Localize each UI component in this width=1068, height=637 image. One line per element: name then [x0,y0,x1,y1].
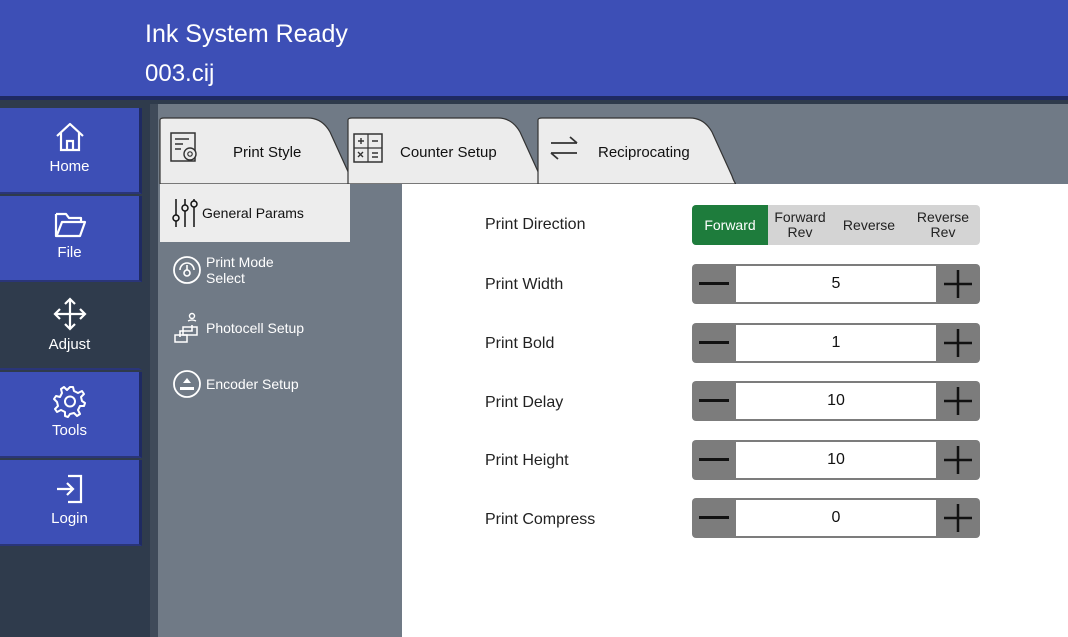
encoder-icon [173,370,201,398]
print-bold-decrement-button[interactable] [692,323,736,363]
print-width-label: Print Width [485,276,564,293]
direction-forward-text: Forward [704,216,756,233]
content-divider [150,104,158,637]
content-area: Print Style Counter Setup Reciprocating [150,104,1068,637]
print-bold-increment-button[interactable] [936,323,980,363]
nav-home[interactable]: Home [0,108,142,194]
direction-forward-rev-line1: Forward [774,209,826,225]
main-nav: Home File Adjust Tools Login [0,104,150,637]
photocell-icon [174,312,198,343]
print-height-label: Print Height [485,452,569,469]
direction-reverse-rev-line1: Reverse [916,209,970,225]
print-direction-selector: Forward Forward Rev Reverse Reverse Rev [692,205,980,245]
direction-forward-rev-line2: Rev [787,224,813,240]
sub-item-encoder-setup[interactable]: Encoder Setup [160,362,350,406]
nav-tools-label: Tools [51,422,88,439]
nav-file-label: File [57,244,82,261]
plus-icon [944,504,972,532]
print-height-decrement-button[interactable] [692,440,736,480]
print-bold-stepper: 1 [692,323,980,363]
ink-status-text: Ink System Ready [145,20,348,48]
status-header: Ink System Ready 003.cij [0,0,1068,100]
tab-print-style-label: Print Style [233,144,302,161]
nav-login-label: Login [51,510,88,527]
sub-item-photocell-label: Photocell Setup [206,320,305,336]
print-delay-label: Print Delay [485,394,564,411]
print-direction-label: Print Direction [485,216,586,233]
print-delay-decrement-button[interactable] [692,381,736,421]
print-height-value[interactable]: 10 [736,442,936,478]
login-icon [56,474,82,504]
sliders-icon [172,199,198,227]
nav-home-label: Home [49,158,90,175]
print-mode-icon [173,256,201,284]
nav-login[interactable]: Login [0,460,142,546]
sub-item-print-mode-select[interactable]: Print Mode Select [160,248,350,292]
tab-reciprocating[interactable]: Reciprocating [536,116,736,184]
print-compress-decrement-button[interactable] [692,498,736,538]
direction-reverse-text: Reverse [842,216,896,233]
tab-counter-setup-label: Counter Setup [400,144,497,161]
print-bold-label: Print Bold [485,335,555,352]
nav-adjust-label: Adjust [48,336,91,353]
print-width-stepper: 5 [692,264,980,304]
calculator-icon [353,133,383,163]
sub-item-general-params-label: General Params [202,205,304,221]
direction-option-reverse[interactable]: Reverse [832,205,906,245]
print-compress-stepper: 0 [692,498,980,538]
tab-counter-setup[interactable]: Counter Setup [346,116,544,184]
sub-item-general-params[interactable]: General Params [160,184,350,242]
print-width-increment-button[interactable] [936,264,980,304]
minus-icon [699,458,729,461]
minus-icon [699,399,729,402]
params-panel: Print Direction Forward Forward Rev Reve… [402,184,1068,637]
print-width-decrement-button[interactable] [692,264,736,304]
direction-reverse-rev-line2: Rev [930,224,956,240]
direction-option-forward[interactable]: Forward [692,205,768,245]
direction-option-reverse-rev[interactable]: Reverse Rev [906,205,980,245]
tab-print-style[interactable]: Print Style [158,116,354,184]
minus-icon [699,341,729,344]
print-delay-stepper: 10 [692,381,980,421]
print-delay-value[interactable]: 10 [736,383,936,419]
print-compress-label: Print Compress [485,511,596,528]
tab-reciprocating-label: Reciprocating [598,144,690,161]
direction-option-forward-rev[interactable]: Forward Rev [768,205,832,245]
sub-item-print-mode-label-line2: Select [206,270,245,286]
print-bold-value[interactable]: 1 [736,325,936,361]
plus-icon [944,329,972,357]
minus-icon [699,516,729,519]
print-compress-increment-button[interactable] [936,498,980,538]
home-icon [55,122,84,152]
swap-arrows-icon [550,136,578,160]
nav-file[interactable]: File [0,196,142,282]
nav-tools[interactable]: Tools [0,372,142,458]
plus-icon [944,446,972,474]
folder-icon [54,212,86,238]
sub-item-print-mode-label-line1: Print Mode [206,254,274,270]
plus-icon [944,270,972,298]
print-style-icon [170,132,197,162]
nav-adjust[interactable]: Adjust [0,284,142,370]
plus-icon [944,387,972,415]
print-compress-value[interactable]: 0 [736,500,936,536]
move-arrows-icon [52,297,87,331]
minus-icon [699,282,729,285]
sub-item-photocell-setup[interactable]: Photocell Setup [160,306,350,350]
current-file-name: 003.cij [145,60,215,87]
print-delay-increment-button[interactable] [936,381,980,421]
sub-menu: General Params Print Mode Select Photoce… [160,184,350,637]
print-height-stepper: 10 [692,440,980,480]
print-width-value[interactable]: 5 [736,266,936,302]
gear-icon [52,386,86,418]
print-height-increment-button[interactable] [936,440,980,480]
sub-item-encoder-label: Encoder Setup [206,376,299,392]
